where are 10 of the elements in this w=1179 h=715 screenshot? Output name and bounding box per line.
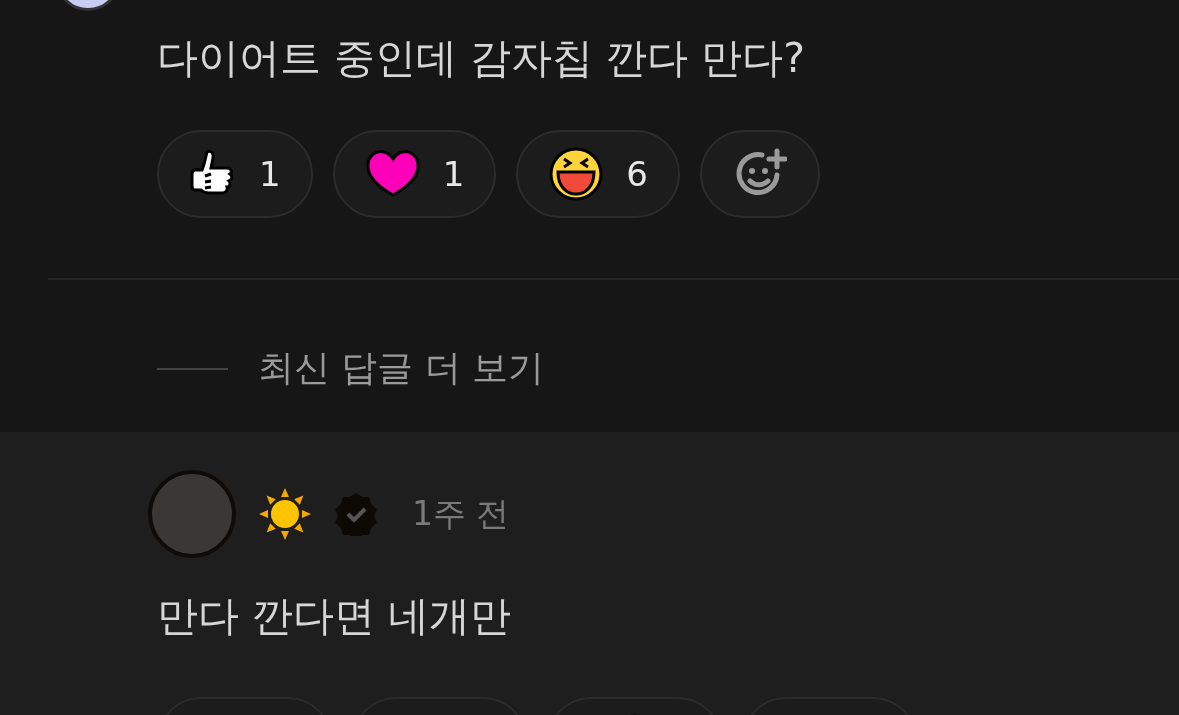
comment-text: 다이어트 중인데 감자칩 깐다 만다? <box>157 38 806 79</box>
reaction-button[interactable]: 6 <box>516 130 680 218</box>
reaction-button[interactable]: 1 <box>332 130 497 218</box>
laughing-face-icon <box>548 146 605 202</box>
more-replies-link[interactable]: 최신 답글 더 보기 <box>258 344 545 393</box>
sun-icon <box>258 487 312 541</box>
timestamp: 1주 전 <box>412 492 510 535</box>
reaction-button[interactable]: 1 <box>157 130 313 218</box>
comment-text: 만다 깐다면 네개만 <box>157 596 513 637</box>
heart-icon <box>364 149 421 199</box>
